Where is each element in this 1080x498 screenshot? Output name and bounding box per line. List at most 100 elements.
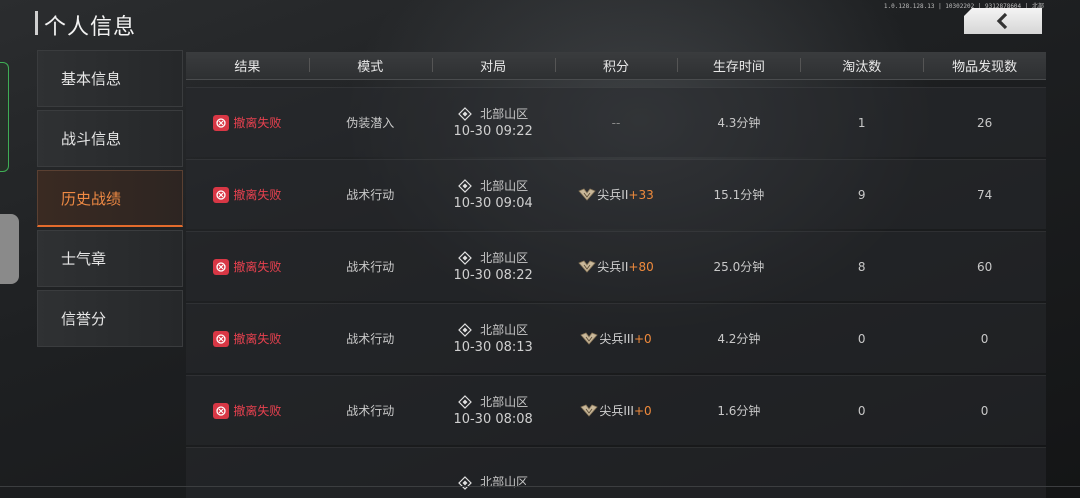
- match-time: 10-30 09:22: [453, 123, 533, 139]
- table-row[interactable]: 撤离失败 战术行动 北部山区 10-30 09:04 尖兵II +33 15.1分钟 9 74: [186, 159, 1046, 229]
- fail-icon: [213, 186, 230, 203]
- survival-cell: 25.0分钟: [713, 260, 765, 274]
- sidebar-item-match-history[interactable]: 历史战绩: [37, 170, 183, 227]
- fail-icon: [213, 402, 230, 419]
- score-cell: 尖兵II +33: [555, 186, 678, 203]
- kills-cell: 0: [857, 403, 866, 418]
- result-cell: 撤离失败: [186, 114, 309, 131]
- match-cell: 北部山区 10-30 08:22: [432, 250, 555, 284]
- mode-cell: 战术行动: [346, 404, 395, 418]
- mode-cell: 战术行动: [346, 260, 395, 274]
- map-marker-icon: [458, 179, 472, 193]
- mode-cell: 战术行动: [346, 332, 395, 346]
- score-delta: +0: [633, 403, 652, 418]
- header-match: 对局: [431, 56, 555, 75]
- map-marker-icon: [458, 323, 472, 337]
- map-marker-icon: [458, 475, 472, 490]
- fail-icon: [213, 330, 230, 347]
- kills-cell: 9: [857, 187, 866, 202]
- header-survival: 生存时间: [677, 56, 800, 75]
- score-cell: --: [555, 116, 678, 130]
- result-text: 撤离失败: [233, 188, 282, 202]
- result-cell: 撤离失败: [186, 330, 309, 347]
- result-cell: 撤离失败: [186, 258, 309, 275]
- rank-badge-icon: [580, 332, 599, 345]
- result-text: 撤离失败: [233, 260, 282, 274]
- survival-cell: 4.2分钟: [717, 332, 761, 346]
- rank-badge-icon: [580, 404, 599, 417]
- match-time: 10-30 08:08: [453, 411, 533, 427]
- map-marker-icon: [458, 107, 472, 121]
- rank-badge-icon: [578, 188, 596, 201]
- mode-cell: 伪装潜入: [346, 116, 395, 130]
- divider: [0, 486, 1080, 487]
- match-cell: 北部山区 10-30 09:22: [432, 106, 555, 140]
- map-name: 北部山区: [480, 178, 529, 193]
- table-row[interactable]: 撤离失败 伪装潜入 北部山区 10-30 09:22 -- 4.3分钟 1 26: [186, 87, 1046, 157]
- match-cell: 北部山区 10-30 09:04: [432, 178, 555, 212]
- header-result: 结果: [234, 60, 261, 75]
- table-row[interactable]: 撤离失败 战术行动 北部山区 10-30 08:22 尖兵II +80 25.0分钟 8 60: [186, 231, 1046, 301]
- table-row[interactable]: 撤离失败 战术行动 北部山区 10-30 08:13 尖兵III +0 4.2分钟 0 0: [186, 303, 1046, 373]
- result-cell: 撤离失败: [186, 186, 309, 203]
- map-name: 北部山区: [480, 475, 529, 489]
- table-row[interactable]: 北部山区: [186, 447, 1046, 498]
- fail-icon: [213, 258, 230, 275]
- result-text: 撤离失败: [233, 404, 282, 418]
- result-text: 撤离失败: [233, 332, 282, 346]
- rank-name: 尖兵II: [597, 260, 629, 274]
- table-body: 撤离失败 伪装潜入 北部山区 10-30 09:22 -- 4.3分钟 1 26 撤离失败 战术行…: [186, 80, 1046, 498]
- score-delta: +0: [633, 331, 652, 346]
- map-marker-icon: [458, 395, 472, 409]
- rank-badge-icon: [578, 260, 596, 273]
- kills-cell: 1: [857, 115, 866, 130]
- kills-cell: 8: [857, 259, 866, 274]
- header-kills: 淘汰数: [800, 56, 923, 75]
- back-button[interactable]: [964, 8, 1042, 34]
- score-delta: +33: [628, 187, 654, 202]
- fail-icon: [213, 114, 230, 131]
- page-title: 个人信息: [44, 15, 137, 40]
- result-text: 撤离失败: [233, 116, 282, 130]
- items-cell: 74: [976, 187, 993, 202]
- rank-name: 尖兵III: [599, 404, 634, 418]
- score-delta: +80: [628, 259, 654, 274]
- sidebar-item-combat-info[interactable]: 战斗信息: [37, 110, 183, 167]
- mode-cell: 战术行动: [346, 188, 395, 202]
- left-edge-handle[interactable]: [0, 214, 19, 284]
- sidebar-item-morale-badge[interactable]: 士气章: [37, 230, 183, 287]
- sidebar: 基本信息 战斗信息 历史战绩 士气章 信誉分: [37, 50, 183, 350]
- survival-cell: 1.6分钟: [717, 404, 761, 418]
- result-cell: 撤离失败: [186, 402, 309, 419]
- map-marker-icon: [458, 251, 472, 265]
- map-name: 北部山区: [480, 394, 529, 409]
- match-time: 10-30 08:22: [453, 267, 533, 283]
- match-cell: 北部山区 10-30 08:08: [432, 394, 555, 428]
- survival-cell: 15.1分钟: [713, 188, 765, 202]
- items-cell: 0: [980, 403, 989, 418]
- items-cell: 0: [980, 331, 989, 346]
- left-edge-tab[interactable]: [0, 62, 9, 172]
- items-cell: 60: [976, 259, 993, 274]
- kills-cell: 0: [857, 331, 866, 346]
- header-items: 物品发现数: [923, 56, 1046, 75]
- match-time: 10-30 09:04: [453, 195, 533, 211]
- map-name: 北部山区: [480, 322, 529, 337]
- match-time: 10-30 08:13: [453, 339, 533, 355]
- score-cell: 尖兵II +80: [555, 258, 678, 275]
- rank-name: 尖兵II: [597, 188, 629, 202]
- header-mode: 模式: [308, 56, 432, 75]
- sidebar-item-reputation[interactable]: 信誉分: [37, 290, 183, 347]
- title-accent-bar: [35, 11, 38, 35]
- score-cell: 尖兵III +0: [555, 402, 678, 419]
- match-cell: 北部山区: [432, 474, 555, 491]
- table-row[interactable]: 撤离失败 战术行动 北部山区 10-30 08:08 尖兵III +0 1.6分钟 0 0: [186, 375, 1046, 445]
- sidebar-item-basic-info[interactable]: 基本信息: [37, 50, 183, 107]
- survival-cell: 4.3分钟: [717, 116, 761, 130]
- match-history-table[interactable]: 结果 模式 对局 积分 生存时间 淘汰数 物品发现数 撤离失败 伪装潜入 北部山区 1…: [186, 52, 1046, 498]
- map-name: 北部山区: [480, 106, 529, 121]
- map-name: 北部山区: [480, 250, 529, 265]
- header-score: 积分: [554, 56, 678, 75]
- score-cell: 尖兵III +0: [555, 330, 678, 347]
- chevron-left-icon: [996, 12, 1008, 30]
